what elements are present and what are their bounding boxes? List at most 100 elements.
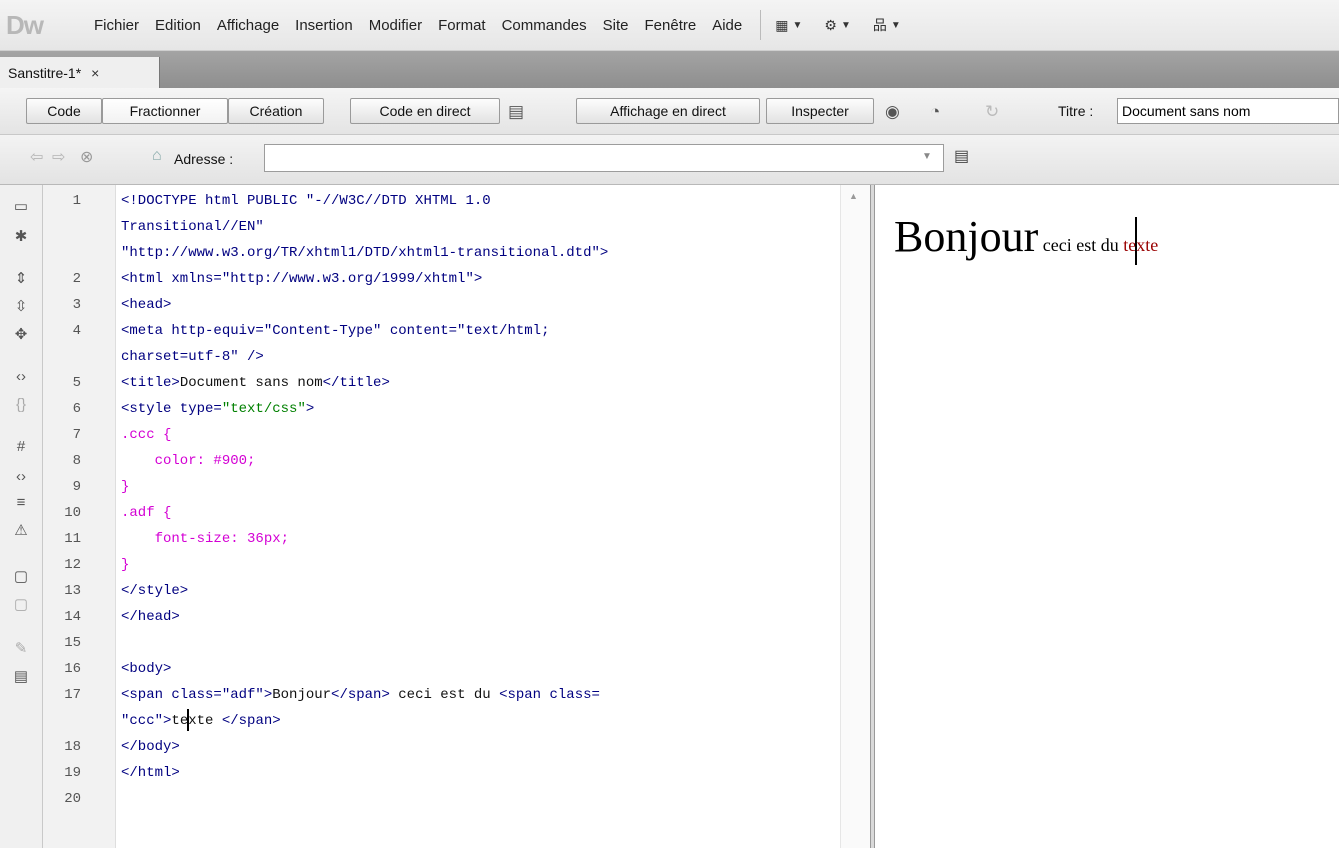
code-line[interactable]: "http://www.w3.org/TR/xhtml1/DTD/xhtml1-… <box>43 241 870 265</box>
code-token: </html> <box>121 765 180 781</box>
code-line[interactable]: 3 <head> <box>43 293 870 317</box>
address-input[interactable] <box>264 144 944 172</box>
code-scrollbar[interactable]: ▲ <box>840 185 871 848</box>
line-number: 14 <box>64 609 81 625</box>
code-token: </title> <box>322 375 390 391</box>
code-line[interactable]: 16 <body> <box>43 657 870 681</box>
menu-aide[interactable]: Aide <box>704 17 750 34</box>
code-line[interactable]: 20 <box>43 787 870 811</box>
code-line[interactable]: 9} <box>43 475 870 499</box>
code-token: > <box>305 401 315 417</box>
live-view-button[interactable]: Affichage en direct <box>576 98 760 124</box>
close-icon[interactable]: × <box>91 65 99 81</box>
code-line[interactable]: charset=utf-8" /> <box>43 345 870 369</box>
stop-icon[interactable]: ⊗ <box>80 147 93 167</box>
preview-normal-text: ceci est du <box>1038 235 1124 255</box>
code-line[interactable]: 11 font-size: 36px; <box>43 527 870 551</box>
site-menu-button[interactable]: 品 ▼ <box>873 15 901 35</box>
design-view-button[interactable]: Création <box>228 98 324 124</box>
code-token: <meta http-equiv="Content-Type" content=… <box>121 323 550 339</box>
code-line[interactable]: 5 <title>Document sans nom</title> <box>43 371 870 395</box>
home-icon[interactable]: ⌂ <box>152 147 162 165</box>
design-view[interactable]: Bonjour ceci est du texte <box>876 185 1339 848</box>
code-text: } <box>121 553 129 577</box>
word-wrap-icon[interactable]: ≡ <box>10 491 32 513</box>
scroll-up-icon[interactable]: ▲ <box>849 191 858 201</box>
inspect-button[interactable]: Inspecter <box>766 98 874 124</box>
document-tab-label: Sanstitre-1* <box>8 64 82 81</box>
address-bar: ⇦ ⇨ ⊗ ⌂ Adresse : ▼ ▤ <box>0 135 1339 185</box>
code-check-icon[interactable]: ▤ <box>508 102 524 122</box>
code-text: <html xmlns="http://www.w3.org/1999/xhtm… <box>121 267 482 291</box>
menu-format[interactable]: Format <box>430 17 494 34</box>
split-view-button[interactable]: Fractionner <box>102 98 228 124</box>
menu-fenetre[interactable]: Fenêtre <box>637 17 705 34</box>
menu-edition[interactable]: Edition <box>147 17 209 34</box>
code-line[interactable]: 6 <style type="text/css"> <box>43 397 870 421</box>
apply-comment-icon[interactable]: ▢ <box>10 565 32 587</box>
chevron-down-icon[interactable]: ▼ <box>922 151 932 162</box>
code-line[interactable]: 2 <html xmlns="http://www.w3.org/1999/xht… <box>43 267 870 291</box>
remove-comment-icon[interactable]: ▢ <box>10 593 32 615</box>
code-token: </span> <box>221 713 281 729</box>
back-icon[interactable]: ⇦ <box>30 147 43 167</box>
code-line[interactable]: 12} <box>43 553 870 577</box>
collapse-full-tag-icon[interactable]: ⇕ <box>10 267 32 289</box>
collapse-selection-icon[interactable]: ⇳ <box>10 295 32 317</box>
code-token: "ccc"> <box>121 713 172 729</box>
menu-fichier[interactable]: Fichier <box>86 17 147 34</box>
code-line[interactable]: 15 <box>43 631 870 655</box>
select-parent-tag-icon[interactable]: ‹› <box>10 365 32 387</box>
refresh-icon[interactable]: ↻ <box>985 102 999 122</box>
balance-braces-icon[interactable]: {} <box>10 393 32 415</box>
code-line[interactable]: 4 <meta http-equiv="Content-Type" content… <box>43 319 870 343</box>
wrap-tag-icon[interactable]: ✎ <box>10 637 32 659</box>
code-line[interactable]: 8 color: #900; <box>43 449 870 473</box>
code-line[interactable]: "ccc">texte </span> <box>43 709 870 733</box>
code-editor[interactable]: 1 <!DOCTYPE html PUBLIC "-//W3C//DTD XHTM… <box>43 185 870 848</box>
code-token: <!DOCTYPE html PUBLIC "-//W3C//DTD XHTML… <box>121 193 491 209</box>
menu-commandes[interactable]: Commandes <box>494 17 595 34</box>
line-number: 6 <box>72 401 81 417</box>
highlight-invalid-code-icon[interactable]: ‹› <box>10 465 32 487</box>
code-line[interactable]: 10 .adf { <box>43 501 870 525</box>
code-view-button[interactable]: Code <box>26 98 102 124</box>
code-token: font-size: 36px; <box>121 531 290 547</box>
menu-site[interactable]: Site <box>595 17 637 34</box>
code-line[interactable]: 1 <!DOCTYPE html PUBLIC "-//W3C//DTD XHTM… <box>43 189 870 213</box>
code-line[interactable]: Transitional//EN" <box>43 215 870 239</box>
code-line[interactable]: 7 .ccc { <box>43 423 870 447</box>
split-divider[interactable] <box>870 185 875 848</box>
code-line[interactable]: 18 </body> <box>43 735 870 759</box>
recent-snippets-icon[interactable]: ▤ <box>10 665 32 687</box>
code-token: <head> <box>121 297 172 313</box>
preview-red-text-end: xte <box>1136 235 1159 255</box>
document-tab[interactable]: Sanstitre-1* × <box>0 57 160 88</box>
menu-affichage[interactable]: Affichage <box>209 17 287 34</box>
menu-insertion[interactable]: Insertion <box>287 17 361 34</box>
line-number: 16 <box>64 661 81 677</box>
line-numbers-icon[interactable]: # <box>10 435 32 457</box>
layout-menu-button[interactable]: ▦ ▼ <box>775 17 802 34</box>
extensions-menu-button[interactable]: ⚙ ▼ <box>824 17 850 34</box>
show-code-navigator-icon[interactable]: ✱ <box>10 225 32 247</box>
code-text: "http://www.w3.org/TR/xhtml1/DTD/xhtml1-… <box>121 241 608 265</box>
code-line[interactable]: 13 </style> <box>43 579 870 603</box>
menu-modifier[interactable]: Modifier <box>361 17 430 34</box>
line-number: 8 <box>72 453 81 469</box>
title-input[interactable] <box>1117 98 1339 124</box>
code-line[interactable]: 14 </head> <box>43 605 870 629</box>
browser-preview-icon[interactable]: ◉ <box>885 102 900 122</box>
syntax-error-alerts-icon[interactable]: ⚠ <box>10 519 32 541</box>
code-line[interactable]: 19 </html> <box>43 761 870 785</box>
code-line[interactable]: 17 <span class="adf">Bonjour</span> ceci … <box>43 683 870 707</box>
forward-icon[interactable]: ⇨ <box>52 147 65 167</box>
expand-all-icon[interactable]: ✥ <box>10 323 32 345</box>
live-code-button[interactable]: Code en direct <box>350 98 500 124</box>
open-documents-icon[interactable]: ▭ <box>10 195 32 217</box>
code-text: <style type="text/css"> <box>121 397 314 421</box>
browse-options-icon[interactable]: ▤ <box>954 146 969 166</box>
visual-aids-icon[interactable]: ◔ <box>930 102 940 122</box>
code-text: <body> <box>121 657 171 681</box>
code-token: te <box>171 713 189 729</box>
